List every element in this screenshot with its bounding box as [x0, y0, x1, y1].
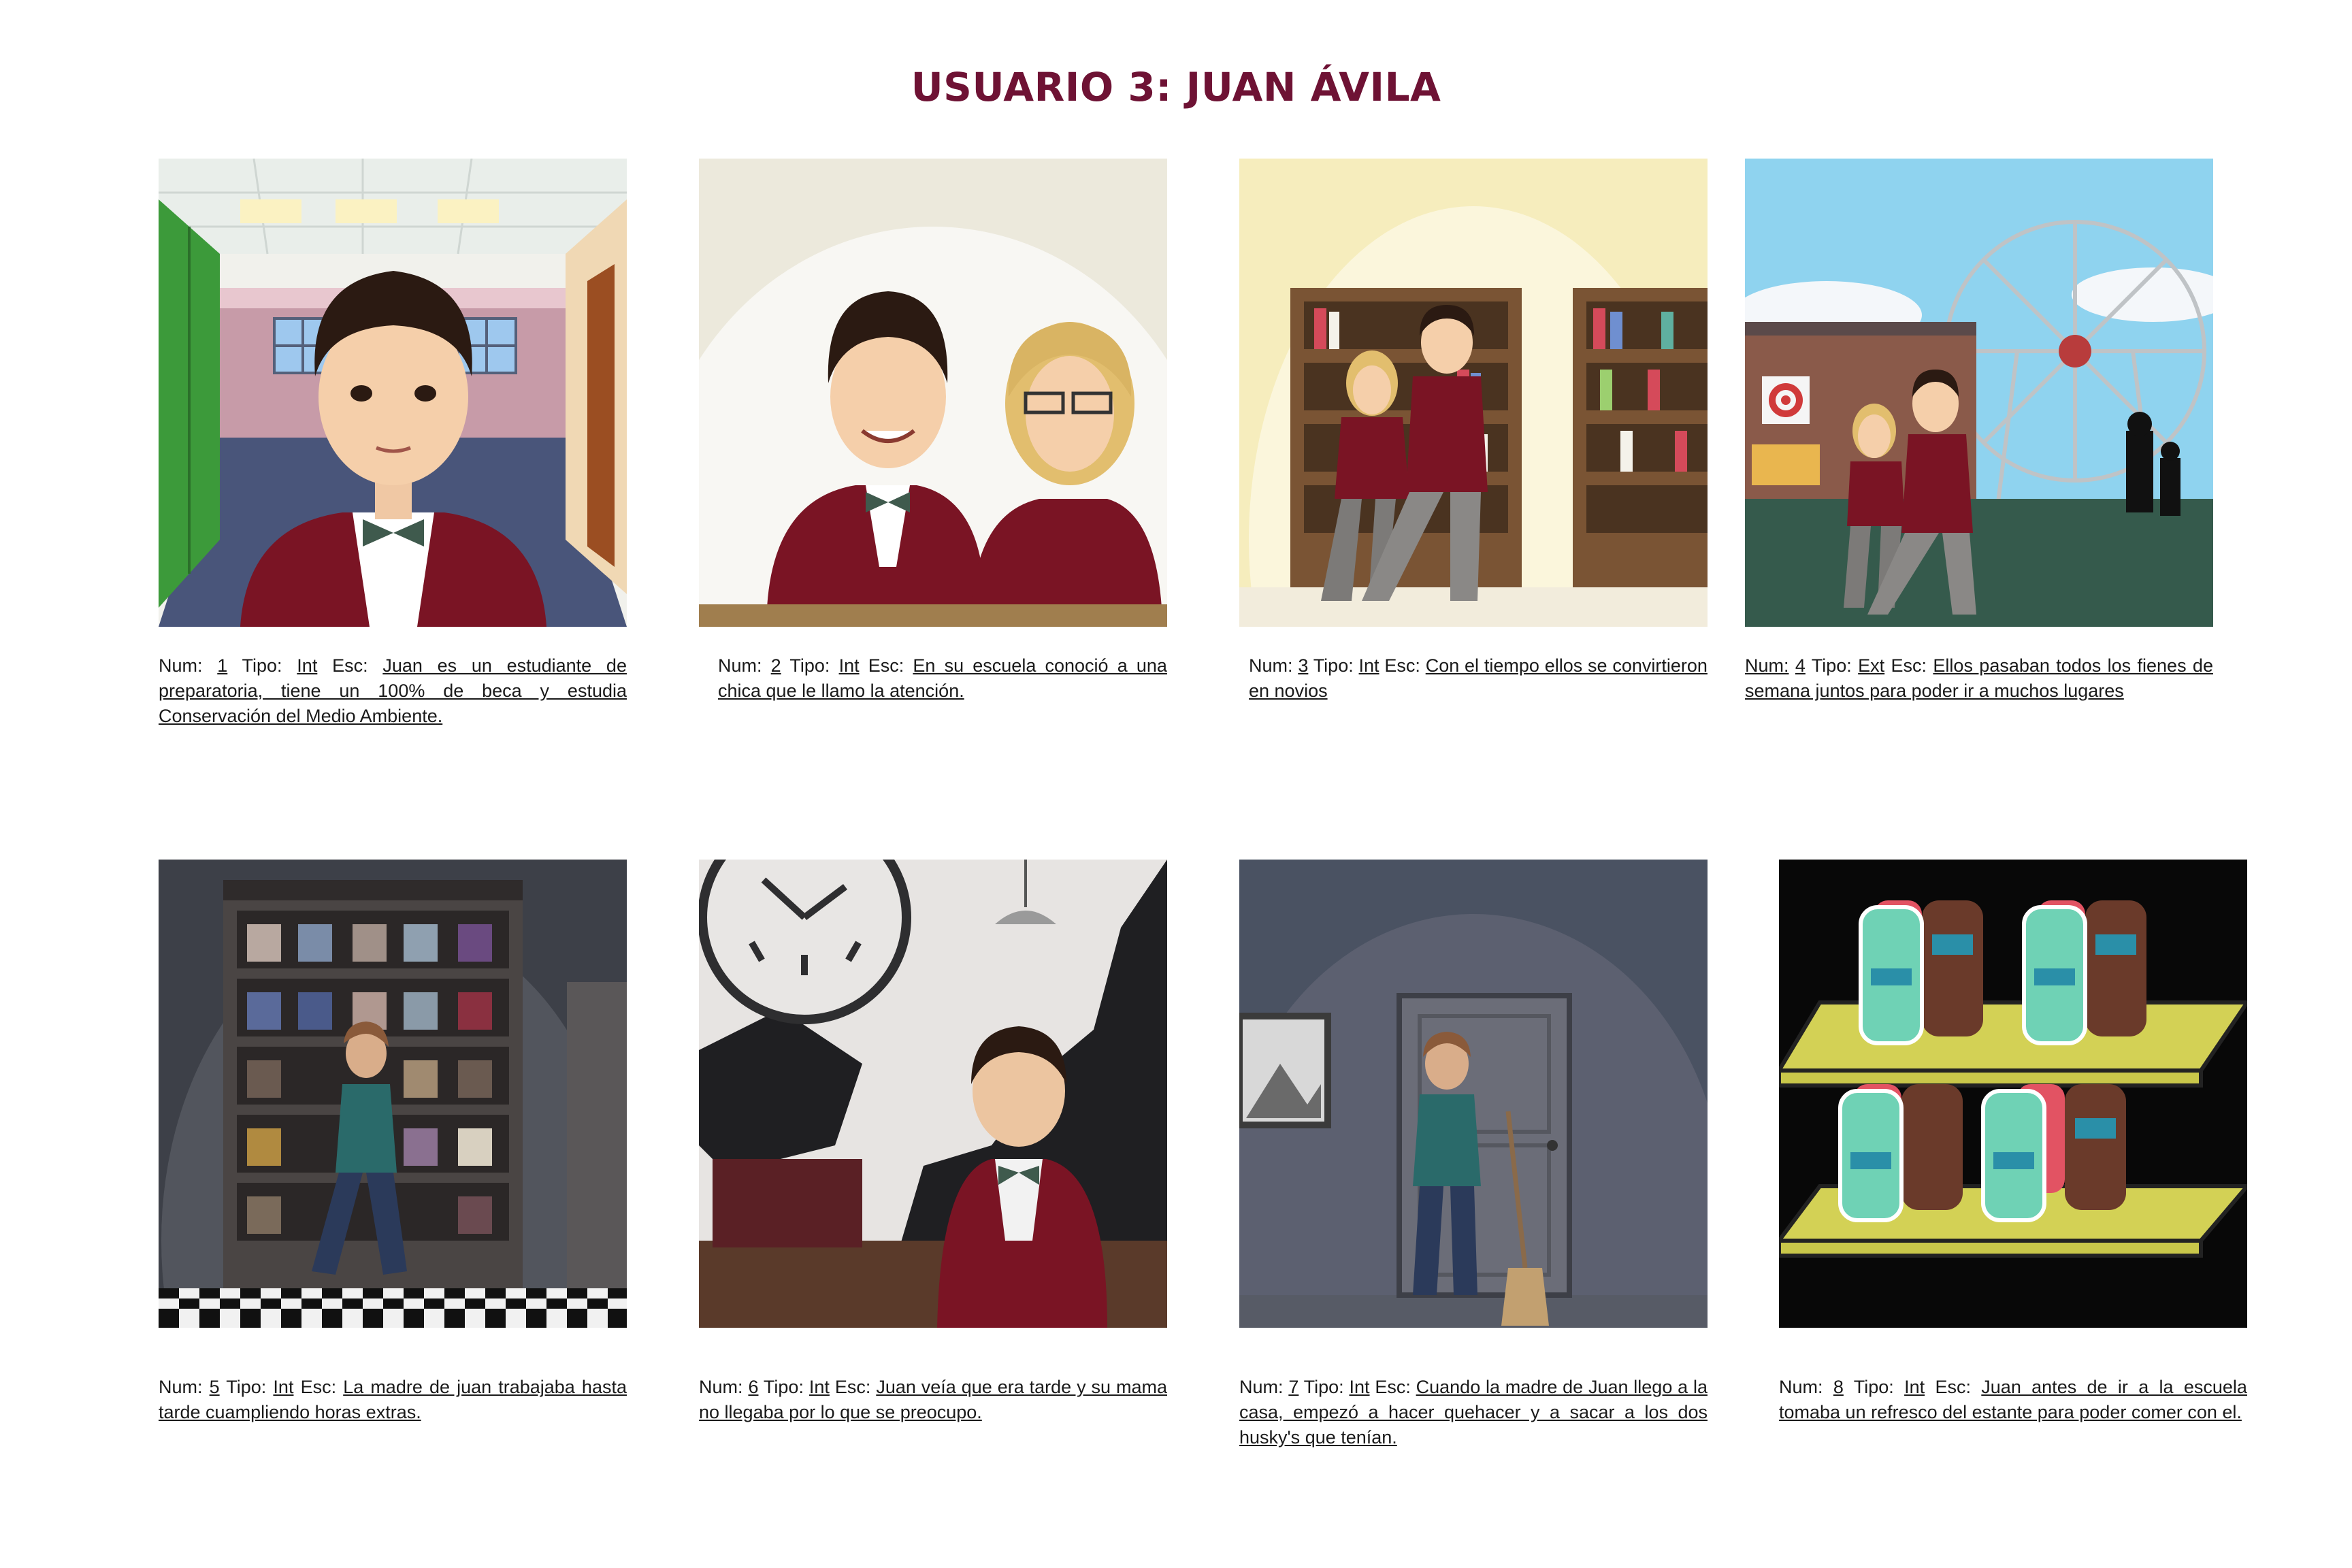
scene-2-illustration — [699, 159, 1167, 627]
caption-scene-2: Num: 2 Tipo: Int Esc: En su escuela cono… — [718, 655, 1167, 701]
caption-scene-4: Num: 4 Tipo: Ext Esc: Ellos pasaban todo… — [1745, 655, 2213, 701]
caption-scene-3: Num: 3 Tipo: Int Esc: Con el tiempo ello… — [1249, 655, 1708, 701]
caption-scene-5: Num: 5 Tipo: Int Esc: La madre de juan t… — [159, 1377, 627, 1422]
caption-scene-6: Num: 6 Tipo: Int Esc: Juan veía que era … — [699, 1377, 1167, 1422]
storyboard-panel-3 — [1239, 159, 1708, 627]
scene-1-illustration — [159, 159, 627, 627]
scene-number: 2 — [770, 655, 781, 676]
scene-number: 8 — [1833, 1377, 1844, 1397]
scene-type: Int — [1904, 1377, 1925, 1397]
scene-7-illustration — [1239, 860, 1708, 1328]
scene-type: Ext — [1858, 655, 1885, 676]
scene-number: 6 — [748, 1377, 759, 1397]
scene-number: 5 — [209, 1377, 220, 1397]
scene-6-illustration — [699, 860, 1167, 1328]
scene-description: Juan antes de ir a la escuela tomaba un … — [1779, 1377, 2247, 1422]
scene-type: Int — [838, 655, 860, 676]
caption-scene-8: Num: 8 Tipo: Int Esc: Juan antes de ir a… — [1779, 1377, 2247, 1422]
page-title: USUARIO 3: JUAN ÁVILA — [911, 64, 1441, 110]
scene-8-illustration — [1779, 860, 2247, 1328]
scene-3-illustration — [1239, 159, 1708, 627]
scene-number: 7 — [1288, 1377, 1299, 1397]
scene-type: Int — [273, 1377, 294, 1397]
scene-5-illustration — [159, 860, 627, 1328]
storyboard-panel-2 — [699, 159, 1167, 627]
storyboard-panel-4 — [1745, 159, 2213, 627]
scene-4-illustration — [1745, 159, 2213, 627]
storyboard-panel-7 — [1239, 860, 1708, 1328]
storyboard-panel-8 — [1779, 860, 2247, 1328]
scene-number: 1 — [217, 655, 228, 676]
scene-description: En su escuela conoció a una chica que le… — [718, 655, 1167, 701]
scene-type: Int — [1358, 655, 1379, 676]
scene-type: Int — [297, 655, 318, 676]
scene-number: 4 — [1795, 655, 1806, 676]
scene-type: Int — [808, 1377, 830, 1397]
scene-description: Juan es un estudiante de preparatoria, t… — [159, 655, 627, 726]
caption-scene-7: Num: 7 Tipo: Int Esc: Cuando la madre de… — [1239, 1377, 1708, 1448]
scene-number: 3 — [1298, 655, 1309, 676]
caption-scene-1: Num: 1 Tipo: Int Esc: Juan es un estudia… — [159, 655, 627, 726]
scene-type: Int — [1349, 1377, 1370, 1397]
storyboard-panel-5 — [159, 860, 627, 1328]
storyboard-panel-6 — [699, 860, 1167, 1328]
storyboard-panel-1 — [159, 159, 627, 627]
